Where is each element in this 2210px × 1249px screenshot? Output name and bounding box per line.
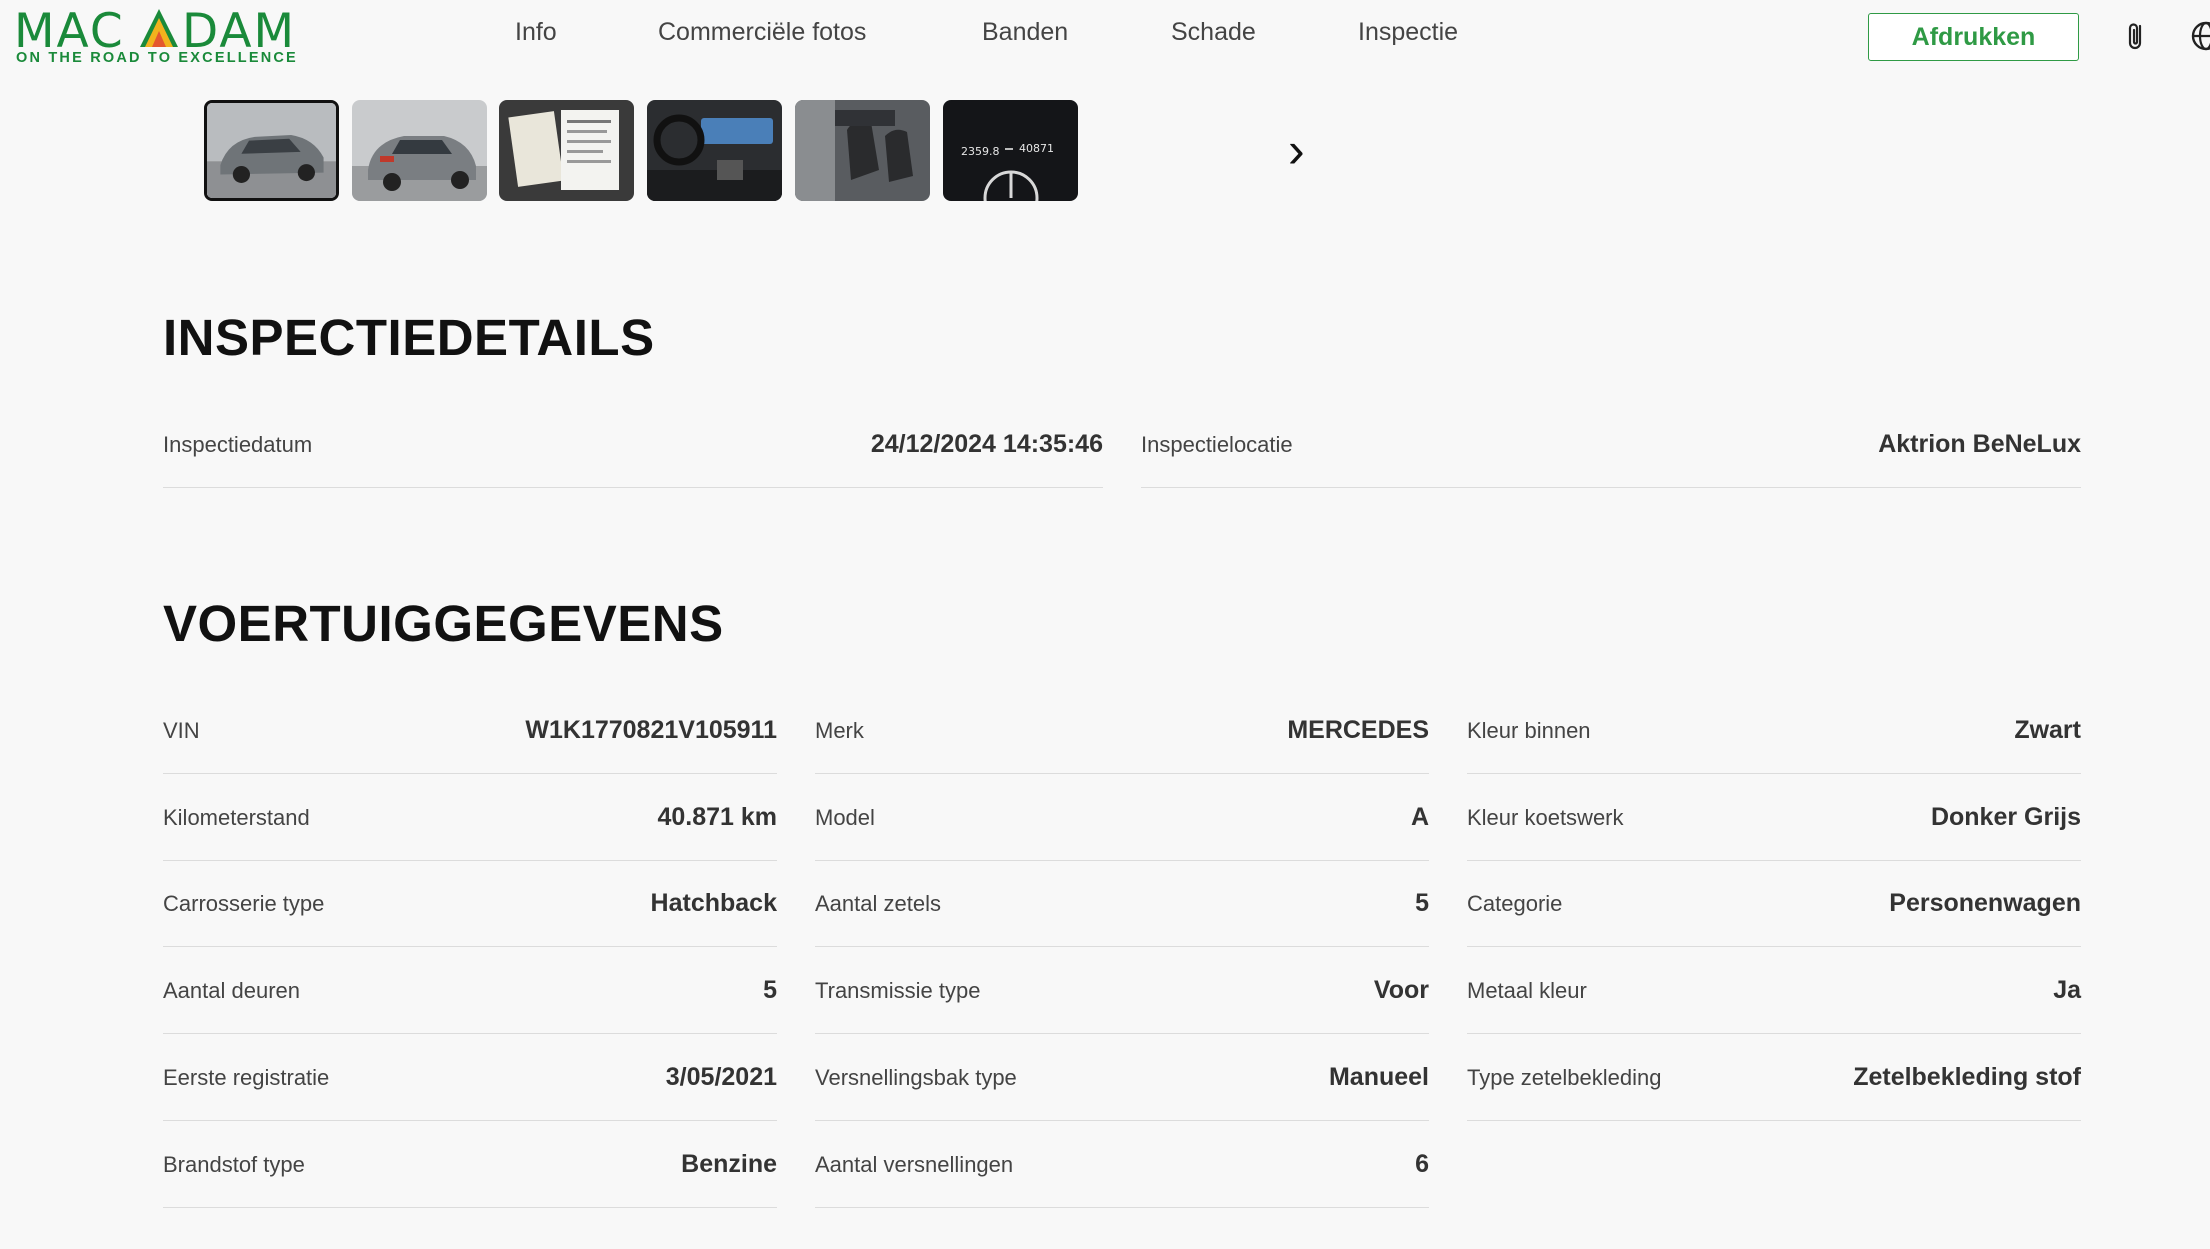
field-label: Metaal kleur (1467, 978, 1587, 1004)
vehicle-field-row: Brandstof type Benzine (163, 1122, 777, 1208)
globe-icon[interactable] (2188, 18, 2210, 54)
field-value: Personenwagen (1889, 889, 2081, 918)
nav-tires[interactable]: Banden (982, 18, 1068, 47)
vehicle-field-row: Versnellingsbak type Manueel (815, 1035, 1429, 1121)
field-value: W1K1770821V105911 (525, 716, 777, 744)
field-label: Versnellingsbak type (815, 1064, 1017, 1090)
field-value: A (1410, 802, 1429, 831)
field-value: Zwart (2014, 716, 2081, 744)
field-value: 24/12/2024 14:35:46 (870, 430, 1103, 458)
vehicle-field-row: Kleur binnen Zwart (1467, 688, 2081, 774)
thumbnail-front-seats[interactable] (795, 100, 930, 201)
field-label: Carrosserie type (163, 891, 325, 917)
thumbnail-odometer[interactable]: 2359.8 40871 (943, 100, 1078, 201)
field-value: 40.871 km (657, 802, 777, 831)
field-value: Donker Grijs (1930, 802, 2081, 831)
field-label: Eerste registratie (163, 1064, 330, 1090)
vehicle-field-row: Aantal versnellingen 6 (815, 1122, 1429, 1208)
vehicle-field-row: Carrosserie type Hatchback (163, 861, 777, 948)
thumbnail-car-front[interactable] (204, 100, 339, 201)
vehicle-field-row: Merk MERCEDES (815, 688, 1429, 774)
field-label: Inspectiedatum (163, 432, 313, 457)
field-value: Ja (2053, 976, 2081, 1005)
inspection-date-row: Inspectiedatum 24/12/2024 14:35:46 (163, 402, 1103, 488)
thumbnail-car-rear[interactable] (352, 100, 487, 201)
field-value: 6 (1415, 1149, 1429, 1178)
field-label: Merk (815, 718, 864, 743)
field-label: Aantal deuren (163, 978, 300, 1004)
vehicle-field-row: Aantal deuren 5 (163, 948, 777, 1035)
field-value: 3/05/2021 (665, 1062, 777, 1091)
vehicle-field-row: Categorie Personenwagen (1467, 861, 2081, 948)
field-value: MERCEDES (1287, 716, 1429, 744)
field-value: Voor (1373, 976, 1429, 1005)
vehicle-field-row: Transmissie type Voor (815, 948, 1429, 1035)
thumbnail-documents[interactable] (499, 100, 634, 201)
vehicle-field-row: Type zetelbekleding Zetelbekleding stof (1467, 1035, 2081, 1121)
field-label: Aantal zetels (815, 891, 941, 917)
field-value: Hatchback (650, 889, 777, 918)
vehicle-field-row: Model A (815, 775, 1429, 861)
vehicle-data-title: VOERTUIGGEGEVENS (163, 595, 724, 652)
field-value: Zetelbekleding stof (1853, 1062, 2081, 1091)
nav-commercial-photos[interactable]: Commerciële fotos (658, 18, 866, 47)
vehicle-field-row: Kleur koetswerk Donker Grijs (1467, 775, 2081, 861)
macadam-logo[interactable]: MAC DAM ON THE ROAD TO EXCELLENCE (14, 4, 314, 66)
field-label: Transmissie type (815, 978, 981, 1004)
vehicle-field-row: VIN W1K1770821V105911 (163, 688, 777, 774)
nav-inspection[interactable]: Inspectie (1358, 18, 1458, 47)
nav-damage[interactable]: Schade (1171, 18, 1256, 47)
field-value: Benzine (681, 1149, 777, 1178)
field-label: Aantal versnellingen (815, 1151, 1014, 1177)
print-button[interactable]: Afdrukken (1868, 13, 2079, 61)
nav-info[interactable]: Info (515, 18, 557, 47)
field-value: 5 (1415, 889, 1429, 918)
thumbnail-dashboard[interactable] (647, 100, 782, 201)
field-value: Manueel (1328, 1062, 1429, 1091)
top-header: MAC DAM ON THE ROAD TO EXCELLENCE Info C… (0, 0, 2210, 76)
vehicle-field-row: Kilometerstand 40.871 km (163, 775, 777, 861)
field-label: Inspectielocatie (1141, 432, 1293, 457)
field-value: Aktrion BeNeLux (1878, 430, 2081, 458)
field-label: Model (815, 804, 875, 830)
field-label: VIN (163, 718, 200, 743)
field-label: Kleur binnen (1467, 718, 1591, 743)
field-label: Kilometerstand (163, 804, 310, 830)
logo-tagline: ON THE ROAD TO EXCELLENCE (16, 50, 298, 66)
field-value: 5 (763, 976, 777, 1005)
vehicle-field-row: Eerste registratie 3/05/2021 (163, 1035, 777, 1121)
vehicle-field-row: Metaal kleur Ja (1467, 948, 2081, 1035)
field-label: Brandstof type (163, 1151, 305, 1177)
gallery-next-arrow[interactable]: › (1288, 122, 1305, 178)
field-label: Categorie (1467, 891, 1563, 917)
svg-text:2359.8: 2359.8 (961, 145, 1000, 158)
svg-text:40871: 40871 (1019, 142, 1054, 155)
field-label: Type zetelbekleding (1467, 1064, 1662, 1090)
paperclip-icon[interactable] (2118, 18, 2154, 54)
inspection-details-title: INSPECTIEDETAILS (163, 309, 655, 366)
field-label: Kleur koetswerk (1467, 804, 1624, 830)
inspection-location-row: Inspectielocatie Aktrion BeNeLux (1141, 402, 2081, 488)
vehicle-field-row: Aantal zetels 5 (815, 861, 1429, 948)
